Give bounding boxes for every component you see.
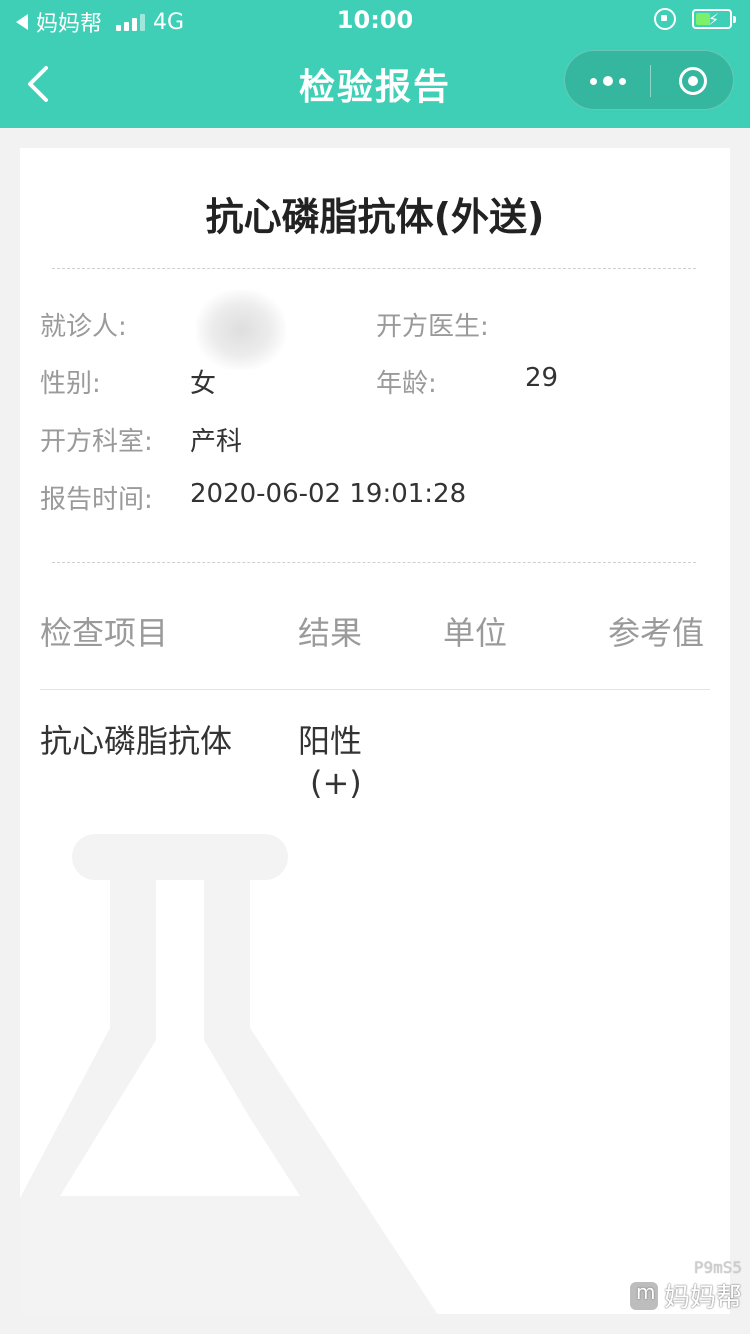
gender-value: 女 [190,369,217,399]
battery-icon: ⚡ [692,9,736,29]
brand-logo-icon [629,1280,658,1310]
status-bar: 妈妈帮 4G 10:00 ⚡ [0,0,750,40]
mini-program-capsule [564,50,734,110]
doctor-label: 开方医生: [376,312,489,342]
department-value: 产科 [190,427,243,457]
age-value: 29 [525,363,559,393]
divider-dashed [52,268,696,269]
more-button[interactable] [565,51,650,111]
gender-label: 性别: [40,369,101,399]
column-header-result: 结果 [298,614,363,652]
watermark-brand: 妈妈帮 [629,1277,742,1314]
age-label: 年龄: [376,369,437,399]
patient-label: 就诊人: [40,312,127,342]
status-bar-right: ⚡ [654,8,736,30]
close-mini-program-button[interactable] [651,51,735,111]
report-card: 抗心磷脂抗体(外送) 就诊人: 开方医生: 性别: 女 年龄: 29 开方科室:… [20,148,730,1314]
navigation-bar: 检验报告 [0,40,750,128]
column-header-unit: 单位 [443,614,508,652]
watermark-id: P9mS5 [693,1258,742,1277]
divider-dashed [52,562,696,563]
report-title: 抗心磷脂抗体(外送) [205,195,545,239]
table-header-divider [40,689,710,690]
report-time-value: 2020-06-02 19:01:28 [190,479,467,509]
clock: 10:00 [336,6,414,34]
more-icon [589,77,597,85]
flask-watermark-icon [20,834,438,1314]
rotation-lock-icon [654,8,676,30]
target-icon [679,67,707,95]
row-item: 抗心磷脂抗体 [40,722,233,760]
report-time-label: 报告时间: [40,485,153,515]
row-result-sign: (+) [310,764,362,802]
column-header-item: 检查项目 [40,614,169,652]
row-result: 阳性 [298,722,363,760]
column-header-reference: 参考值 [608,614,705,652]
department-label: 开方科室: [40,427,153,457]
watermark-brand-name: 妈妈帮 [663,1283,742,1313]
patient-name-redacted [196,290,286,370]
source-watermark: P9mS5 妈妈帮 [629,1258,742,1314]
